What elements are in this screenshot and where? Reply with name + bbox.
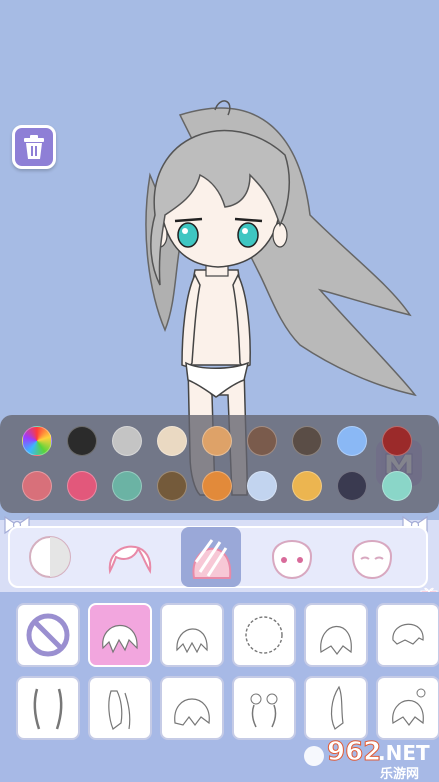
color-swatch[interactable] (202, 426, 232, 456)
color-swatch[interactable] (157, 426, 187, 456)
color-swatch[interactable] (22, 471, 52, 501)
hair-style-icon (250, 693, 278, 728)
color-swatch[interactable] (112, 471, 142, 501)
color-swatch[interactable] (67, 471, 97, 501)
hair-style-icon (176, 628, 208, 654)
skin-icon (29, 536, 71, 578)
hair-back-icon (192, 539, 232, 579)
skin-tab[interactable] (20, 527, 80, 587)
hair-style-icon (102, 624, 138, 654)
trash-button[interactable] (12, 125, 56, 169)
color-swatch[interactable] (112, 426, 142, 456)
hair-style-icon (108, 690, 131, 730)
watermark-subtitle: 乐游网 (380, 766, 419, 782)
color-swatch[interactable] (337, 426, 367, 456)
hair-style-icon (392, 623, 424, 645)
color-swatch[interactable] (22, 426, 52, 456)
hair-style-icon (174, 698, 210, 726)
hair-style-icon (330, 685, 344, 730)
hair-style-icon (320, 625, 352, 655)
hair-item-6[interactable] (16, 676, 80, 740)
color-swatch[interactable] (157, 471, 187, 501)
hair-item-5[interactable] (376, 603, 439, 667)
hair-item-8[interactable] (160, 676, 224, 740)
head-tab[interactable] (342, 527, 402, 587)
hair-front-tab[interactable] (100, 527, 160, 587)
hair-back-tab[interactable] (181, 527, 241, 587)
hair-item-9[interactable] (232, 676, 296, 740)
head-icon (351, 540, 393, 580)
hair-item-7[interactable] (88, 676, 152, 740)
category-tabbar (0, 515, 439, 602)
hair-item-4[interactable] (304, 603, 368, 667)
color-swatch[interactable] (337, 471, 367, 501)
hair-style-icon (392, 688, 426, 726)
watermark-suffix: .NET (378, 741, 430, 765)
character-stage (0, 0, 439, 520)
face-tab[interactable] (262, 527, 322, 587)
color-palette (0, 415, 439, 513)
hair-item-1[interactable] (88, 603, 152, 667)
color-swatch[interactable] (382, 471, 412, 501)
hair-style-icon (245, 616, 283, 654)
hair-item-3[interactable] (232, 603, 296, 667)
hair-item-11[interactable] (376, 676, 439, 740)
color-swatch[interactable] (292, 426, 322, 456)
color-swatch[interactable] (382, 426, 412, 456)
none-item[interactable] (16, 603, 80, 667)
trash-icon (24, 135, 44, 159)
hair-item-10[interactable] (304, 676, 368, 740)
watermark: 962 .NET 乐游网 (304, 737, 430, 782)
color-swatch[interactable] (292, 471, 322, 501)
color-swatch[interactable] (247, 426, 277, 456)
hair-item-2[interactable] (160, 603, 224, 667)
none-icon (26, 613, 70, 657)
color-swatch[interactable] (247, 471, 277, 501)
color-swatch[interactable] (67, 426, 97, 456)
color-swatch[interactable] (202, 471, 232, 501)
hair-style-icon (33, 688, 63, 730)
face-icon (271, 540, 313, 580)
watermark-number: 962 (327, 737, 381, 767)
hair-front-icon (108, 545, 152, 575)
